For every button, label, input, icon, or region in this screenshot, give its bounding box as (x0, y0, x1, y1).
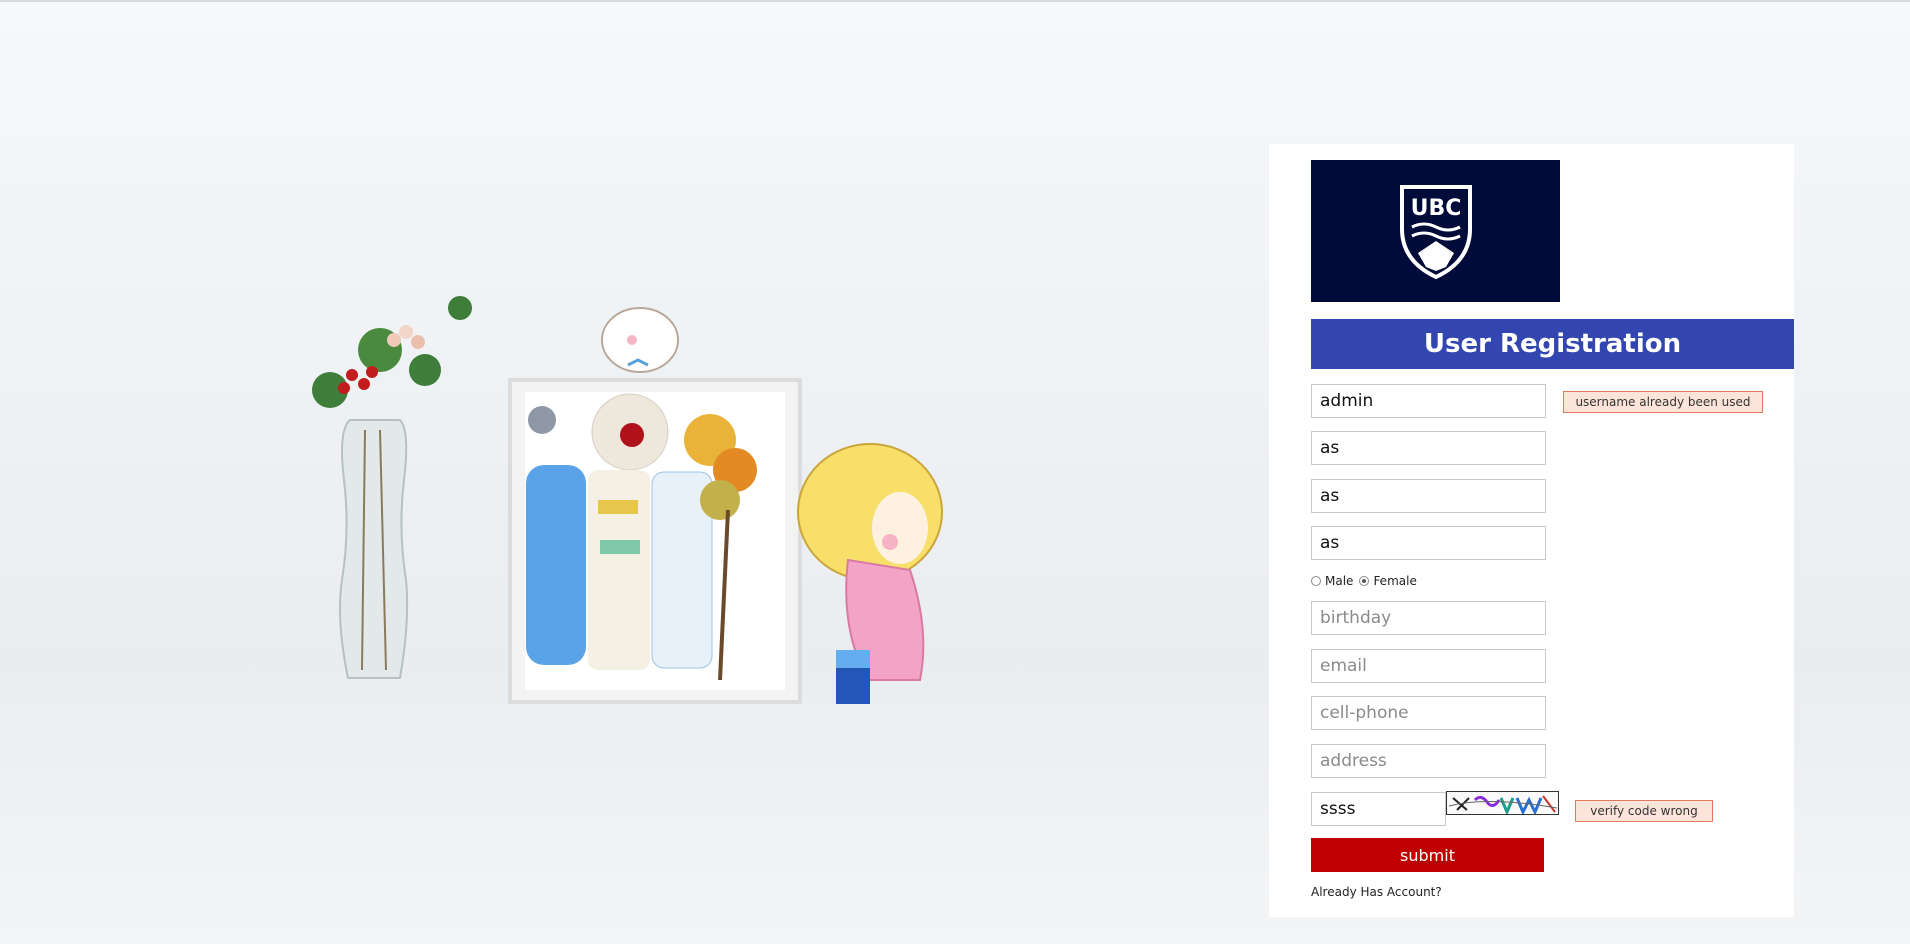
ubc-logo-text: UBC (1410, 196, 1461, 221)
gender-male-radio[interactable] (1311, 576, 1321, 586)
name-input[interactable] (1311, 526, 1546, 560)
ubc-shield-icon: UBC (1399, 185, 1472, 280)
verify-code-error: verify code wrong (1575, 800, 1713, 822)
gender-radio-group: Male Female (1311, 572, 1417, 590)
gift-box (508, 378, 802, 704)
birthday-input[interactable] (1311, 601, 1546, 635)
username-error: username already been used (1563, 391, 1763, 413)
email-input[interactable] (1311, 649, 1546, 683)
background-illustration (312, 296, 943, 704)
gender-male-label: Male (1325, 574, 1354, 588)
flower-vase (312, 296, 472, 679)
submit-button[interactable]: submit (1311, 838, 1544, 872)
already-has-account-link[interactable]: Already Has Account? (1311, 885, 1442, 899)
address-input[interactable] (1311, 744, 1546, 778)
gender-female-label: Female (1373, 574, 1417, 588)
cellphone-input[interactable] (1311, 696, 1546, 730)
captcha-icon (1448, 795, 1558, 814)
ubc-logo: UBC (1311, 160, 1560, 302)
username-input[interactable] (1311, 384, 1546, 418)
cartoon-girl (797, 443, 943, 704)
confirm-password-input[interactable] (1311, 479, 1546, 513)
cat-sticker (601, 307, 679, 373)
top-divider (0, 0, 1910, 2)
verify-code-input[interactable] (1311, 792, 1446, 826)
password-input[interactable] (1311, 431, 1546, 465)
captcha-image[interactable] (1446, 791, 1559, 815)
page-title: User Registration (1311, 319, 1794, 369)
gender-female-radio[interactable] (1359, 576, 1370, 586)
